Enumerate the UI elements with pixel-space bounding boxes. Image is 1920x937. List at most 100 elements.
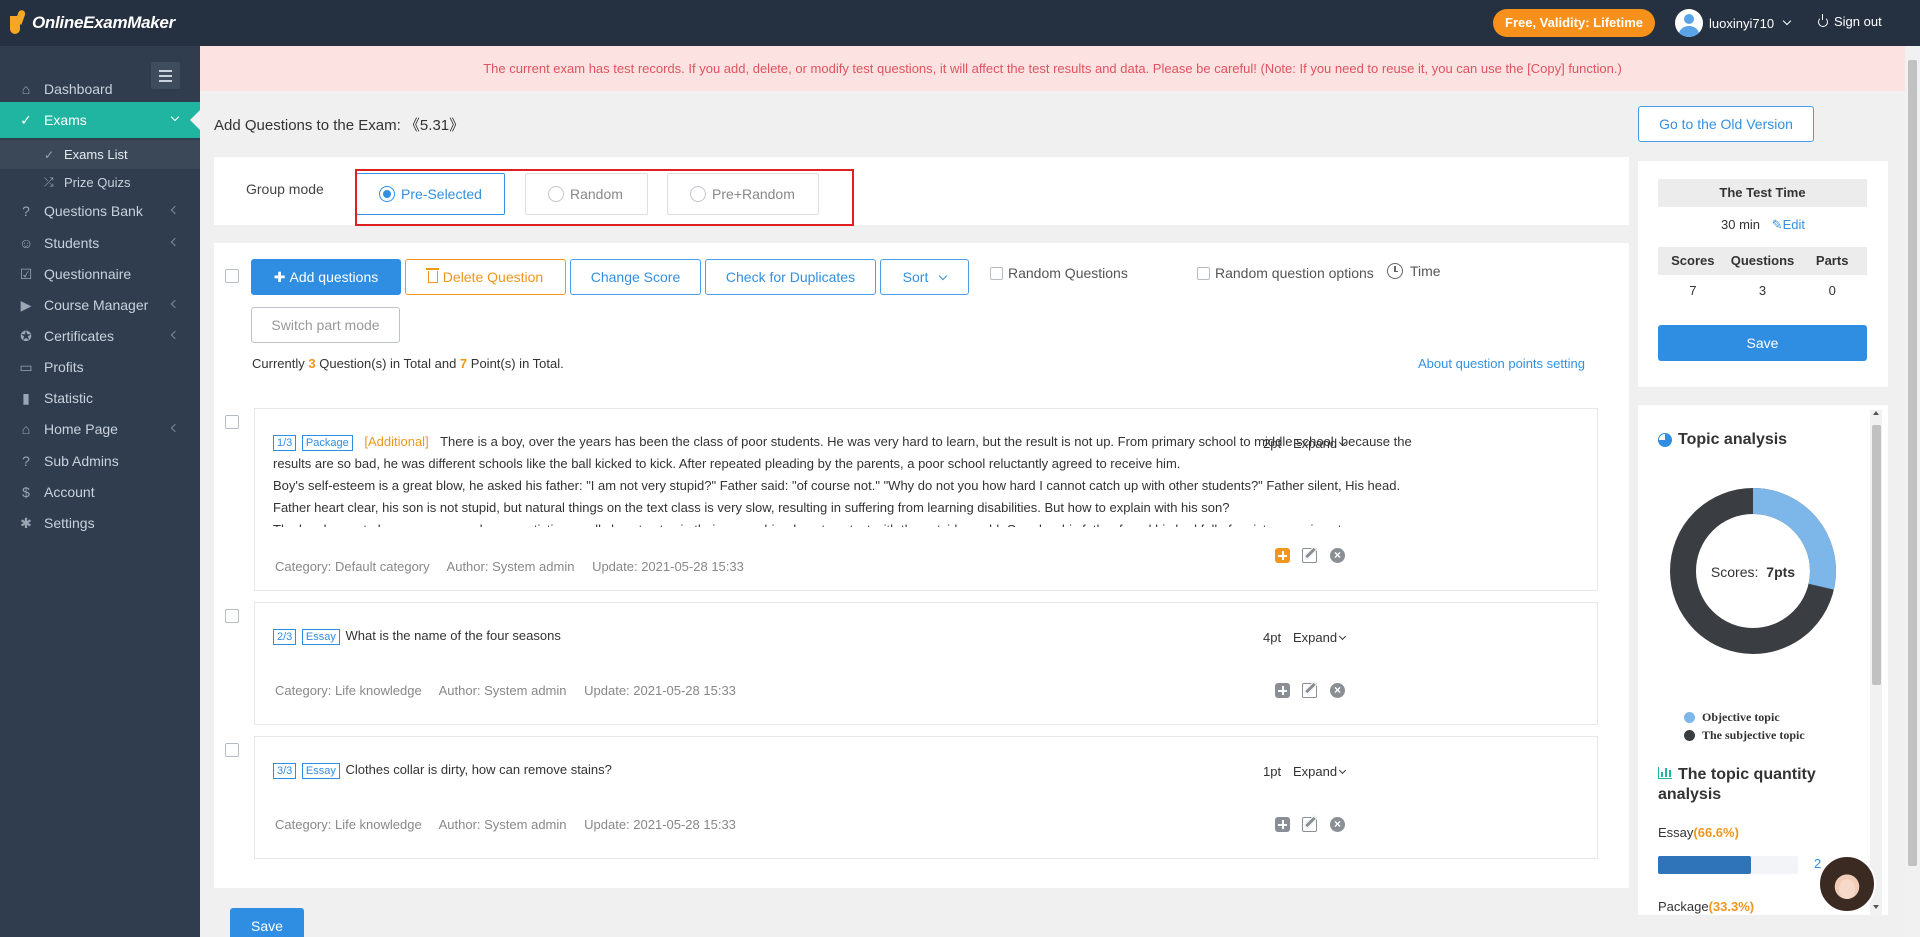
- random-questions-checkbox[interactable]: [990, 266, 1003, 280]
- question-circle-icon: ?: [22, 203, 30, 219]
- switch-part-mode-button[interactable]: Switch part mode: [251, 307, 400, 343]
- question-text: Father heart clear, his son is not stupi…: [273, 500, 1230, 515]
- sidebar-item-label: Questions Bank: [44, 203, 143, 219]
- question-circle-icon: ?: [22, 453, 30, 469]
- sidebar-item-settings[interactable]: ✱ Settings: [0, 505, 200, 541]
- highlight-box: [355, 169, 854, 226]
- power-icon: [1818, 13, 1828, 27]
- expand-button[interactable]: Expand: [1293, 436, 1345, 451]
- additional-tag: [Additional]: [364, 434, 429, 449]
- certificate-icon: ✪: [20, 328, 32, 344]
- quantity-pct: (33.3%): [1708, 899, 1755, 914]
- time-label: Time: [1410, 263, 1441, 279]
- question-checkbox[interactable]: [225, 415, 239, 429]
- topic-quantity-label: The topic quantity analysis: [1658, 766, 1816, 803]
- user-menu[interactable]: luoxinyi710: [1675, 9, 1792, 37]
- quantity-bar-fill: [1658, 856, 1752, 874]
- question-text: There is a boy, over the years has been …: [273, 434, 1412, 471]
- question-text: Boy's self-esteem is a great blow, he as…: [273, 478, 1401, 493]
- question-points: 1pt: [1263, 764, 1282, 779]
- gear-icon: ✱: [20, 515, 32, 531]
- legend-dot-subjective: [1684, 730, 1695, 741]
- edit-label: Edit: [1782, 217, 1805, 232]
- validity-badge[interactable]: Free, Validity: Lifetime: [1493, 9, 1655, 37]
- shuffle-icon: ⤮: [44, 175, 54, 189]
- save-button[interactable]: Save: [230, 908, 304, 937]
- check-duplicates-button[interactable]: Check for Duplicates: [705, 259, 876, 295]
- delete-icon[interactable]: ×: [1330, 548, 1345, 563]
- sidebar-subitem-exams-list[interactable]: ✓ Exams List: [0, 140, 200, 169]
- edit-time-button[interactable]: ✎Edit: [1772, 217, 1805, 232]
- sort-dropdown[interactable]: Sort: [880, 259, 969, 295]
- summary-text: Question(s) in Total and: [319, 356, 457, 371]
- question-author: Author: System admin: [438, 683, 567, 698]
- question-type-tag: Essay: [301, 629, 340, 645]
- panel-scrollbar-thumb[interactable]: [1872, 425, 1881, 685]
- quantity-row-label: Package(33.3%): [1658, 899, 1754, 914]
- save-time-button[interactable]: Save: [1658, 325, 1867, 361]
- sidebar-item-exams[interactable]: ✓ Exams: [0, 102, 200, 138]
- page-scrollbar-thumb[interactable]: [1908, 60, 1917, 866]
- active-indicator: [190, 110, 200, 130]
- sidebar-item-questions-bank[interactable]: ? Questions Bank: [0, 193, 200, 229]
- delete-icon[interactable]: ×: [1330, 817, 1345, 832]
- checkbox-icon: ☑: [19, 266, 33, 282]
- edit-icon[interactable]: [1302, 683, 1317, 698]
- edit-icon[interactable]: [1302, 817, 1317, 832]
- old-version-button[interactable]: Go to the Old Version: [1638, 106, 1814, 142]
- logo[interactable]: OnlineExamMaker: [8, 9, 175, 36]
- edit-icon[interactable]: [1302, 548, 1317, 563]
- question-checkbox[interactable]: [225, 609, 239, 623]
- points-setting-link[interactable]: About question points setting: [1418, 356, 1585, 371]
- video-icon: ▶: [20, 297, 32, 313]
- stats-value-cell: 3: [1758, 283, 1767, 298]
- chevron-down-icon: [1782, 16, 1792, 26]
- support-chat-avatar[interactable]: [1818, 855, 1876, 913]
- group-mode-label: Group mode: [246, 181, 324, 197]
- sidebar-item-label: Questionnaire: [44, 266, 132, 282]
- scroll-up-icon[interactable]: [1873, 411, 1879, 415]
- random-options-option[interactable]: Random question options: [1197, 265, 1374, 281]
- question-text: The boy began to become more and more au…: [273, 519, 1443, 527]
- question-category: Category: Life knowledge: [275, 817, 422, 832]
- question-points: 2pt: [1263, 436, 1282, 451]
- sort-label: Sort: [902, 269, 929, 285]
- stats-header-cell: Scores: [1671, 253, 1715, 268]
- random-options-checkbox[interactable]: [1197, 266, 1210, 280]
- question-author: Author: System admin: [446, 559, 575, 574]
- question-type-tag: Essay: [301, 763, 340, 779]
- sidebar-item-label: Course Manager: [44, 297, 149, 313]
- time-option[interactable]: Time: [1387, 263, 1441, 279]
- username: luoxinyi710: [1709, 15, 1775, 31]
- expand-button[interactable]: Expand: [1293, 630, 1345, 645]
- question-category: Category: Default category: [275, 559, 430, 574]
- test-time-value: 30 min: [1721, 217, 1761, 232]
- chevron-icon: [170, 205, 180, 215]
- scroll-down-icon[interactable]: [1873, 905, 1879, 909]
- change-score-button[interactable]: Change Score: [570, 259, 701, 295]
- sign-out-button[interactable]: Sign out: [1818, 13, 1882, 29]
- question-text: What is the name of the four seasons: [345, 628, 561, 643]
- add-sub-question-icon[interactable]: [1275, 683, 1290, 698]
- sidebar-item-label: Account: [44, 484, 95, 500]
- sidebar-item-home-page[interactable]: ⌂ Home Page: [0, 411, 200, 447]
- add-sub-question-icon[interactable]: [1275, 817, 1290, 832]
- chevron-icon: [170, 299, 180, 309]
- bar-chart-icon: ▮: [22, 390, 30, 406]
- question-type-tag: Package: [301, 435, 353, 451]
- delete-icon[interactable]: ×: [1330, 683, 1345, 698]
- expand-button[interactable]: Expand: [1293, 764, 1345, 779]
- user-avatar-icon: [1675, 9, 1703, 37]
- delete-question-label: Delete Question: [442, 269, 544, 285]
- question-checkbox[interactable]: [225, 743, 239, 757]
- topic-analysis-panel: Topic analysis Scores: 7pts Objective to…: [1638, 405, 1888, 915]
- chevron-icon: [170, 237, 180, 247]
- select-all-checkbox[interactable]: [225, 269, 239, 283]
- delete-question-button[interactable]: Delete Question: [405, 259, 566, 295]
- add-sub-question-icon[interactable]: [1275, 548, 1290, 563]
- sidebar-subitem-prize-quizs[interactable]: ⤮ Prize Quizs: [0, 168, 200, 197]
- legend-dot-objective: [1684, 712, 1695, 723]
- random-questions-option[interactable]: Random Questions: [990, 265, 1128, 281]
- add-questions-button[interactable]: ✚ Add questions: [251, 259, 401, 295]
- bar-chart-icon: [1658, 767, 1672, 779]
